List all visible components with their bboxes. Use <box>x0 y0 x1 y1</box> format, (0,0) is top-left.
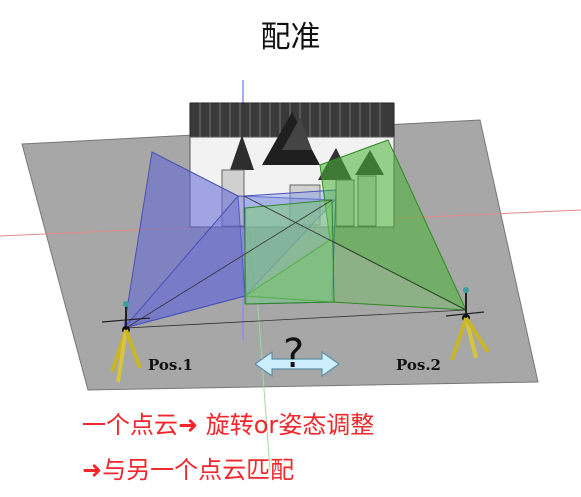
pos2-label: Pos.2 <box>396 356 441 374</box>
image-plane-pos2 <box>244 199 335 305</box>
question-mark: ? <box>283 331 304 377</box>
caption-line-2: ➜与另一个点云匹配 <box>82 456 295 484</box>
pos1-label: Pos.1 <box>148 356 193 374</box>
caption-line-1: 一个点云➜ 旋转or姿态调整 <box>82 411 375 439</box>
